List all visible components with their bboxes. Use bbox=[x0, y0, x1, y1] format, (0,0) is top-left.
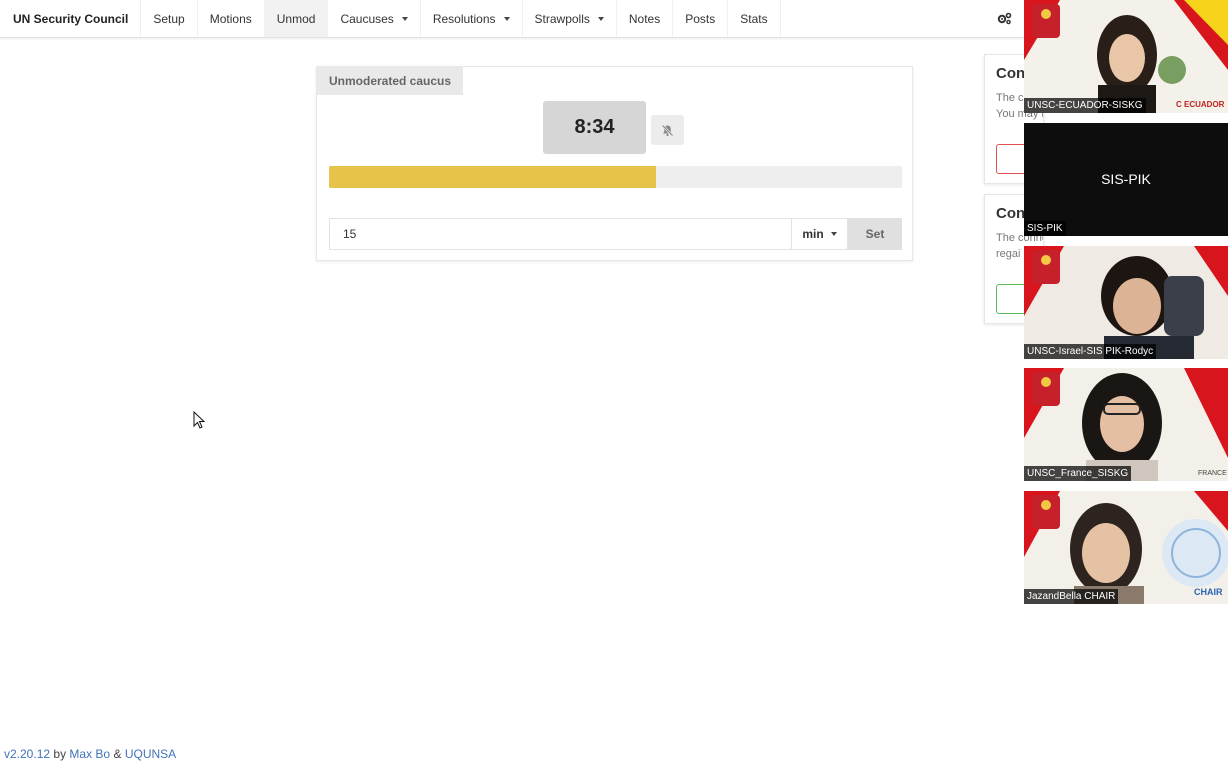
cogs-icon bbox=[997, 12, 1011, 25]
caret-down-icon bbox=[503, 16, 510, 21]
tile-overlay-text: CHAIR bbox=[1194, 587, 1223, 597]
participant-name: UNSC_France_SISKG bbox=[1024, 466, 1132, 481]
nav-posts-label: Posts bbox=[685, 11, 716, 26]
notification-title: Con bbox=[996, 65, 1026, 82]
video-tile-sis-pik[interactable]: SIS-PIK SIS-PIK bbox=[1024, 123, 1228, 236]
mute-button[interactable] bbox=[651, 115, 684, 145]
mouse-cursor-icon bbox=[193, 411, 205, 429]
nav-caucuses[interactable]: Caucuses bbox=[328, 0, 421, 37]
brand-link[interactable]: UN Security Council bbox=[0, 0, 142, 37]
caucus-progress-bar bbox=[329, 166, 902, 188]
video-tile-france[interactable]: FRANCE UNSC_France_SISKG bbox=[1024, 368, 1228, 481]
nav-stats[interactable]: Stats bbox=[728, 0, 781, 37]
video-tile-israel[interactable]: UNSC-Israel-SIS PIK-Rodyc bbox=[1024, 246, 1228, 359]
participant-name: UNSC-ECUADOR-SISKG bbox=[1024, 98, 1146, 113]
participant-center-name: SIS-PIK bbox=[1101, 171, 1151, 187]
duration-unit-label: min bbox=[802, 227, 824, 241]
unmod-card-label: Unmoderated caucus bbox=[317, 67, 464, 95]
timer-display[interactable]: 8:34 bbox=[543, 101, 646, 154]
nav-motions[interactable]: Motions bbox=[198, 0, 265, 37]
duration-unit-dropdown[interactable]: min bbox=[791, 218, 848, 250]
duration-input[interactable]: 15 bbox=[329, 218, 791, 250]
notification-title: Con bbox=[996, 205, 1026, 222]
notification-text-line: The c bbox=[996, 92, 1024, 104]
participant-name: JazandBella CHAIR bbox=[1024, 589, 1119, 604]
nav-setup-label: Setup bbox=[153, 11, 185, 26]
nav-stats-label: Stats bbox=[740, 11, 768, 26]
set-duration-button[interactable]: Set bbox=[848, 218, 902, 250]
caret-down-icon bbox=[830, 232, 837, 236]
nav-posts[interactable]: Posts bbox=[673, 0, 729, 37]
video-tile-chair[interactable]: CHAIR JazandBella CHAIR bbox=[1024, 491, 1228, 604]
author-link[interactable]: Max Bo bbox=[69, 747, 110, 761]
footer-by-text: by bbox=[53, 747, 67, 761]
bell-slash-icon bbox=[661, 124, 674, 136]
settings-button[interactable] bbox=[984, 0, 1024, 37]
caucus-progress-fill bbox=[329, 166, 657, 188]
nav-resolutions-label: Resolutions bbox=[432, 11, 496, 26]
nav-unmod-label: Unmod bbox=[276, 11, 316, 26]
caret-down-icon bbox=[597, 16, 604, 21]
notification-text-line: regai bbox=[996, 248, 1021, 260]
duration-row: 15 min Set bbox=[329, 218, 902, 250]
nav-resolutions[interactable]: Resolutions bbox=[421, 0, 523, 37]
app-page: UN Security Council Setup Motions Unmod … bbox=[0, 0, 1228, 766]
nav-notes[interactable]: Notes bbox=[617, 0, 674, 37]
nav-strawpolls-label: Strawpolls bbox=[534, 11, 590, 26]
org-link[interactable]: UQUNSA bbox=[125, 747, 176, 761]
participant-video bbox=[1024, 246, 1228, 359]
footer: v2.20.12 by Max Bo & UQUNSA bbox=[4, 747, 176, 761]
nav-strawpolls[interactable]: Strawpolls bbox=[523, 0, 617, 37]
nav-notes-label: Notes bbox=[628, 11, 661, 26]
tile-overlay-text: C ECUADOR bbox=[1176, 100, 1225, 109]
participant-name: UNSC-Israel-SIS PIK-Rodyc bbox=[1024, 344, 1157, 359]
participant-video: FRANCE bbox=[1024, 368, 1228, 481]
nav-caucuses-label: Caucuses bbox=[340, 11, 394, 26]
video-tile-ecuador[interactable]: C ECUADOR UNSC-ECUADOR-SISKG bbox=[1024, 0, 1228, 113]
nav-setup[interactable]: Setup bbox=[141, 0, 198, 37]
participant-video: C ECUADOR bbox=[1024, 0, 1228, 113]
footer-amp-text: & bbox=[113, 747, 122, 761]
unmod-card: Unmoderated caucus 8:34 15 min Set bbox=[316, 66, 913, 261]
caret-down-icon bbox=[401, 16, 408, 21]
version-link[interactable]: v2.20.12 bbox=[4, 747, 50, 761]
participant-name: SIS-PIK bbox=[1024, 221, 1066, 236]
tile-overlay-text: FRANCE bbox=[1198, 470, 1227, 477]
nav-unmod[interactable]: Unmod bbox=[264, 0, 329, 37]
participant-video: CHAIR bbox=[1024, 491, 1228, 604]
nav-motions-label: Motions bbox=[209, 11, 252, 26]
